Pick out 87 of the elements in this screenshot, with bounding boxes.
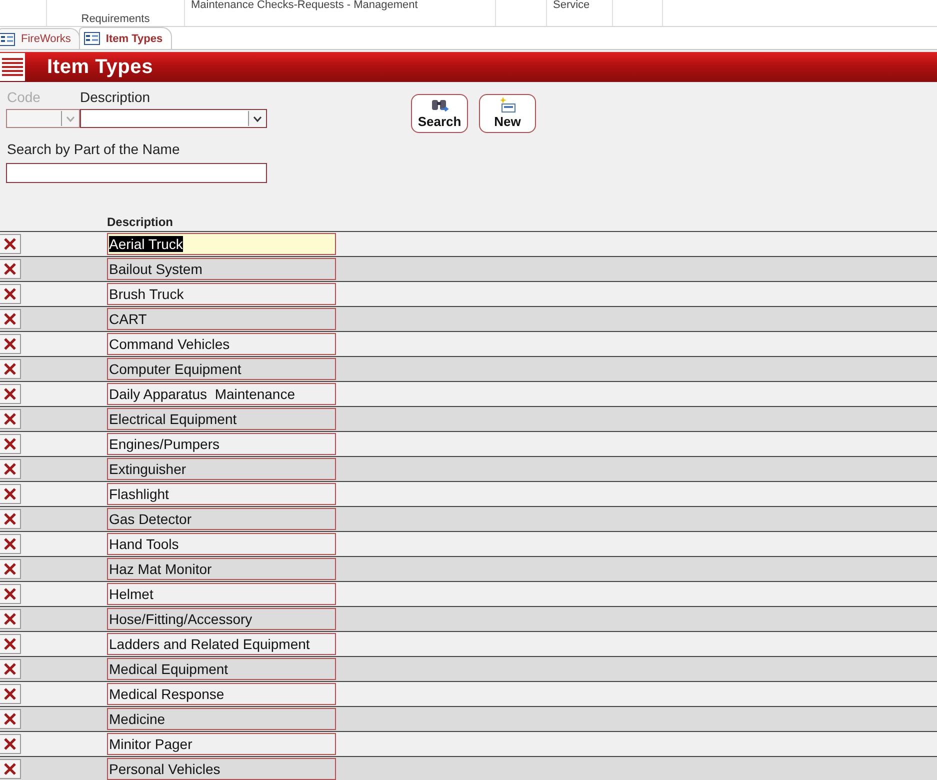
description-field[interactable]: Engines/Pumpers [107,433,336,455]
document-tab[interactable]: FireWorks [0,28,80,49]
form-icon [84,32,100,45]
delete-button[interactable] [0,534,21,554]
description-dropdown[interactable] [80,109,267,128]
close-icon [4,313,16,325]
description-field[interactable]: Flashlight [107,483,336,505]
delete-button[interactable] [0,334,21,354]
logo-icon [0,53,25,81]
description-field[interactable]: Medical Response [107,683,336,705]
close-icon [4,463,16,475]
close-icon [4,338,16,350]
delete-button[interactable] [0,659,21,679]
close-icon [4,738,16,750]
caret-icon [66,116,74,122]
description-field[interactable]: Bailout System [107,258,336,280]
delete-button[interactable] [0,434,21,454]
close-icon [4,663,16,675]
close-icon [4,613,16,625]
code-label: Code [7,89,42,106]
form-title: Item Types [47,56,153,78]
delete-button[interactable] [0,709,21,729]
delete-button[interactable] [0,609,21,629]
search-name-field[interactable] [6,163,267,183]
description-field[interactable]: Aerial Truck [107,233,336,255]
search-name-label: Search by Part of the Name [7,141,181,158]
description-field[interactable]: Daily Apparatus Maintenance [107,383,336,405]
close-icon [4,363,16,375]
caret-icon [252,116,262,122]
description-field[interactable]: Helmet [107,583,336,605]
ribbon-label: Requirements [81,13,150,25]
description-field[interactable]: Medical Equipment [107,658,336,680]
delete-button[interactable] [0,734,21,754]
close-icon [4,238,16,250]
close-icon [4,638,16,650]
delete-button[interactable] [0,409,21,429]
ribbon-label: Maintenance Checks-Requests - Management [191,0,418,11]
close-icon [4,488,16,500]
close-icon [4,513,16,525]
close-icon [4,413,16,425]
delete-button[interactable] [0,284,21,304]
close-icon [4,388,16,400]
description-field[interactable]: Medicine [107,708,336,730]
description-field[interactable]: CART [107,308,336,330]
delete-button[interactable] [0,384,21,404]
ribbon-label: Service [553,0,590,11]
description-field[interactable]: Minitor Pager [107,733,336,755]
description-field[interactable]: Gas Detector [107,508,336,530]
form-icon [0,32,15,46]
close-icon [4,263,16,275]
close-icon [4,538,16,550]
description-field[interactable]: Electrical Equipment [107,408,336,430]
close-icon [4,563,16,575]
delete-button[interactable] [0,359,21,379]
search-button[interactable]: Search [411,94,468,133]
delete-button[interactable] [0,509,21,529]
description-field[interactable]: Extinguisher [107,458,336,480]
description-field[interactable]: Personal Vehicles [107,758,336,780]
description-field[interactable]: Command Vehicles [107,333,336,355]
delete-button[interactable] [0,759,21,779]
delete-button[interactable] [0,684,21,704]
delete-button[interactable] [0,459,21,479]
delete-button[interactable] [0,259,21,279]
binoculars-icon [430,97,448,113]
description-field[interactable]: Brush Truck [107,283,336,305]
new-record-icon [500,97,516,113]
delete-button[interactable] [0,484,21,504]
close-icon [4,588,16,600]
close-icon [4,438,16,450]
close-icon [4,713,16,725]
delete-button[interactable] [0,559,21,579]
description-field[interactable]: Ladders and Related Equipment [107,633,336,655]
column-header: Description [107,215,174,229]
close-icon [4,288,16,300]
document-tab[interactable]: Item Types [78,27,172,49]
description-field[interactable]: Haz Mat Monitor [107,558,336,580]
new-button[interactable]: New [479,94,536,133]
delete-button[interactable] [0,584,21,604]
description-field[interactable]: Hand Tools [107,533,336,555]
delete-button[interactable] [0,309,21,329]
delete-button[interactable] [0,634,21,654]
delete-button[interactable] [0,234,21,254]
description-label: Description [80,89,150,106]
close-icon [4,763,16,775]
close-icon [4,688,16,700]
description-field[interactable]: Hose/Fitting/Accessory [107,608,336,630]
description-field[interactable]: Computer Equipment [107,358,336,380]
